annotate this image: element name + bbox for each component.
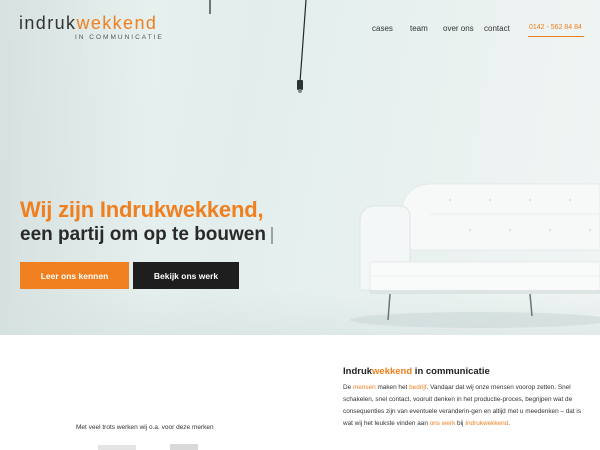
site-logo[interactable]: indrukwekkend IN COMMUNICATIE [19,13,162,41]
brands-label: Met veel trots werken wij o.a. voor deze… [76,424,214,431]
about-title: Indrukwekkend in communicatie [343,366,490,377]
view-our-work-button[interactable]: Bekijk ons werk [133,262,239,289]
our-work-link[interactable]: ons werk [430,420,456,427]
logo-subtitle: IN COMMUNICATIE [75,34,164,41]
about-text-2: maken het [375,384,410,391]
hero-title-line2: een partij om op te bouwen [20,224,266,245]
typing-cursor [271,227,273,244]
indrukwekkend-link[interactable]: Indrukwekkend [465,420,508,427]
company-link[interactable]: bedrijf [409,384,426,391]
nav-item-cases[interactable]: cases [372,24,393,33]
about-title-part1: Indruk [343,366,373,377]
about-title-part3: in communicatie [412,366,490,377]
logo-text-part2: wekkend [76,13,158,33]
about-text-4: bij [455,420,466,427]
sofa-image [350,183,600,328]
nav-item-team[interactable]: team [410,24,428,33]
nav-item-contact[interactable]: contact [484,24,510,33]
brand-logo [98,445,136,450]
about-title-part2: wekkend [372,366,413,377]
nav-item-over-ons[interactable]: over ons [443,24,474,33]
about-text-5: . [508,420,510,427]
learn-about-us-button[interactable]: Leer ons kennen [20,262,129,289]
phone-link[interactable]: 0142 - 562 84 84 [529,24,582,31]
people-link[interactable]: mensen [353,384,376,391]
brand-logo [170,444,198,450]
about-paragraph: De mensen maken het bedrijf. Vandaar dat… [343,382,583,430]
phone-underline [528,36,584,37]
site-header: indrukwekkend IN COMMUNICATIE cases team… [0,0,600,50]
logo-text-part1: indruk [19,13,77,33]
about-text-1: De [343,384,353,391]
hero-title-line1: Wij zijn Indrukwekkend, [20,197,264,222]
